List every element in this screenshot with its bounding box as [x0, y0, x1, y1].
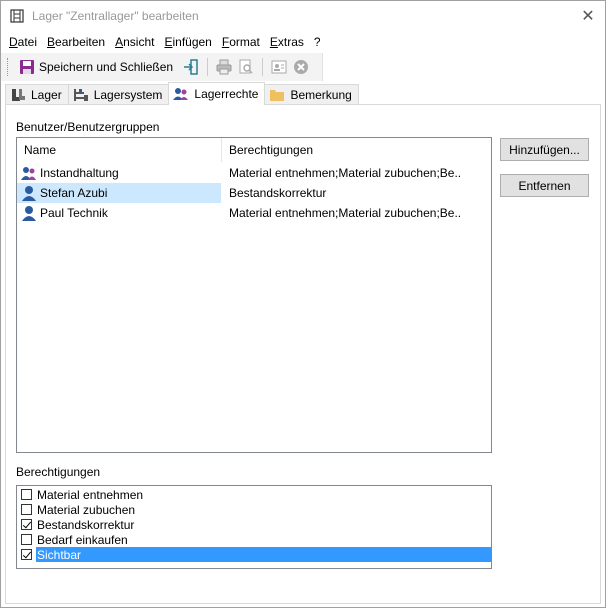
close-icon[interactable]: ✕ [581, 6, 594, 26]
row-permissions-cell: Material entnehmen;Material zubuchen;Be.… [229, 166, 461, 180]
contact-card-icon [271, 60, 287, 74]
toolbar-separator [262, 58, 264, 76]
menu-datei[interactable]: Datei [4, 35, 42, 49]
save-and-close-label: Speichern und Schließen [39, 60, 174, 74]
filmstrip-icon [10, 9, 24, 23]
menu-bearbeiten[interactable]: Bearbeiten [42, 35, 110, 49]
checkbox[interactable] [21, 504, 32, 515]
cancel-button[interactable] [290, 56, 312, 78]
row-permissions-cell: Material entnehmen;Material zubuchen;Be.… [229, 206, 461, 220]
row-name-cell[interactable]: Instandhaltung [17, 163, 221, 183]
boots-icon [12, 89, 25, 101]
permission-item[interactable]: Material zubuchen [18, 502, 491, 517]
row-name-cell[interactable]: Stefan Azubi [17, 183, 221, 203]
window-title: Lager "Zentrallager" bearbeiten [32, 9, 199, 23]
row-permissions-cell: Bestandskorrektur [229, 186, 327, 200]
table-row[interactable]: Instandhaltung Material entnehmen;Materi… [17, 163, 491, 183]
tab-label: Lagersystem [93, 88, 163, 102]
add-button[interactable]: Hinzufügen... [500, 138, 589, 161]
permissions-section-label: Berechtigungen [16, 465, 101, 479]
tab-bemerkung[interactable]: Bemerkung [264, 84, 359, 105]
remove-button[interactable]: Entfernen [500, 174, 589, 197]
column-header-name[interactable]: Name [17, 138, 222, 162]
users-icon [173, 88, 189, 100]
tab-lager[interactable]: Lager [5, 84, 69, 105]
users-section-label: Benutzer/Benutzergruppen [16, 120, 160, 134]
tab-lagersystem[interactable]: Lagersystem [67, 84, 170, 105]
user-icon [22, 186, 36, 201]
tab-strip: Lager Lagersystem Lagerrechte Bemerkung [5, 82, 359, 105]
tab-label: Bemerkung [290, 88, 352, 102]
permission-item[interactable]: Bedarf einkaufen [18, 532, 491, 547]
permission-item[interactable]: Sichtbar [18, 547, 491, 562]
users-listview[interactable]: Name Berechtigungen Instandhaltung Mater… [16, 137, 492, 453]
table-row[interactable]: Paul Technik Material entnehmen;Material… [17, 203, 491, 223]
checkbox[interactable] [21, 519, 32, 530]
print-icon [216, 59, 232, 75]
print-preview-icon [239, 59, 253, 74]
row-name-cell[interactable]: Paul Technik [17, 203, 221, 223]
toolbar: Speichern und Schließen [1, 53, 323, 81]
menu-extras[interactable]: Extras [265, 35, 309, 49]
exit-icon [184, 59, 198, 75]
save-icon [20, 60, 34, 74]
column-header-permissions[interactable]: Berechtigungen [222, 138, 491, 162]
toolbar-separator [207, 58, 209, 76]
checkbox[interactable] [21, 534, 32, 545]
tab-label: Lager [31, 88, 62, 102]
print-preview-button[interactable] [235, 56, 257, 78]
cancel-icon [294, 60, 309, 74]
menu-einfuegen[interactable]: Einfügen [159, 35, 216, 49]
menu-bar: Datei Bearbeiten Ansicht Einfügen Format… [1, 31, 605, 52]
tab-label: Lagerrechte [194, 87, 259, 101]
contact-card-button[interactable] [268, 56, 290, 78]
title-bar: Lager "Zentrallager" bearbeiten ✕ [1, 1, 605, 31]
tab-lagerrechte[interactable]: Lagerrechte [168, 82, 266, 105]
menu-ansicht[interactable]: Ansicht [110, 35, 159, 49]
checkbox[interactable] [21, 489, 32, 500]
shelf-icon [73, 89, 88, 101]
save-and-close-button[interactable]: Speichern und Schließen [16, 56, 176, 78]
checkbox[interactable] [21, 549, 32, 560]
table-row[interactable]: Stefan Azubi Bestandskorrektur [17, 183, 491, 203]
menu-format[interactable]: Format [217, 35, 265, 49]
print-button[interactable] [213, 56, 235, 78]
close-button[interactable]: ✕ [571, 1, 605, 31]
toolbar-grip[interactable] [7, 58, 10, 76]
permission-item[interactable]: Material entnehmen [18, 487, 491, 502]
edit-storage-dialog: Lager "Zentrallager" bearbeiten ✕ Datei … [0, 0, 606, 608]
permission-item[interactable]: Bestandskorrektur [18, 517, 491, 532]
menu-help[interactable]: ? [309, 35, 326, 49]
user-group-icon [21, 167, 36, 180]
folder-icon [270, 90, 285, 101]
user-icon [22, 206, 36, 221]
exit-button[interactable] [180, 56, 202, 78]
listview-header: Name Berechtigungen [17, 138, 491, 162]
permissions-checklist[interactable]: Material entnehmen Material zubuchen Bes… [16, 485, 492, 569]
